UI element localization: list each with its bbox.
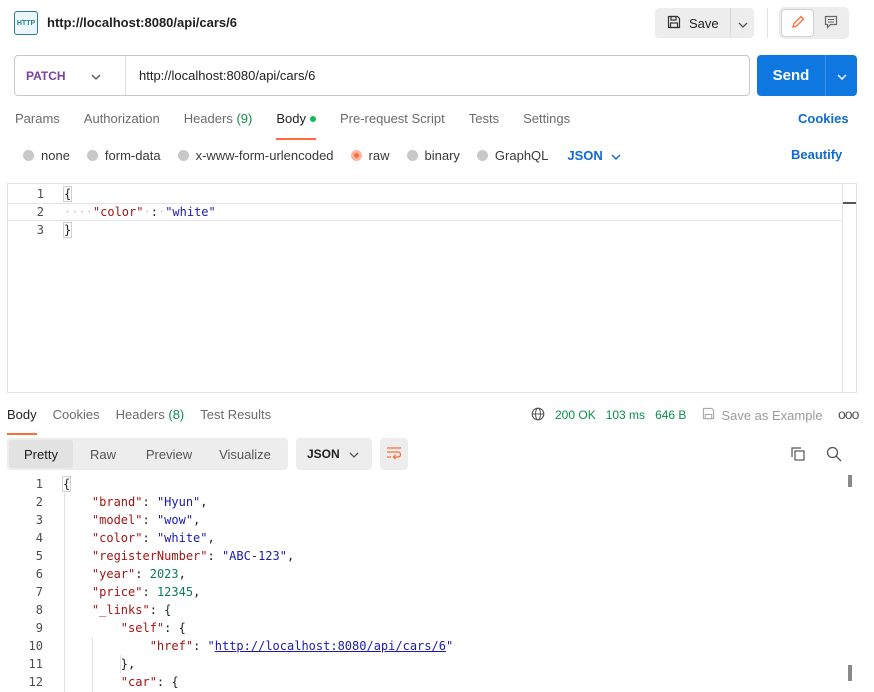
request-tabs: Params Authorization Headers (9) Body Pr… (15, 111, 594, 140)
tab-authorization[interactable]: Authorization (84, 111, 160, 133)
tab-params[interactable]: Params (15, 111, 60, 133)
body-language-select[interactable]: JSON (567, 148, 621, 163)
save-button-group: Save (655, 8, 754, 38)
globe-icon[interactable] (531, 407, 545, 424)
tab-headers[interactable]: Headers (9) (184, 111, 253, 133)
code-line: 10 "href": "http://localhost:8080/api/ca… (28, 639, 454, 653)
tab-test-results[interactable]: Test Results (200, 407, 271, 429)
chevron-down-icon (837, 68, 847, 83)
response-view-toggle: Pretty Raw Preview Visualize (7, 438, 288, 470)
code-line: 6 "year": 2023, (35, 567, 186, 581)
tab-tests[interactable]: Tests (469, 111, 499, 133)
code-line: 5 "registerNumber": "ABC-123", (35, 549, 295, 563)
radio-icon (86, 149, 98, 161)
chevron-down-icon (738, 16, 748, 31)
code-line: 2 "brand": "Hyun", (35, 495, 208, 509)
comment-icon (824, 15, 838, 32)
body-type-none[interactable]: none (23, 148, 70, 163)
method-label: PATCH (26, 68, 66, 83)
body-type-options: none form-data x-www-form-urlencoded raw… (23, 147, 621, 163)
code-line: 4 "color": "white", (35, 531, 215, 545)
code-line: 1{ (35, 476, 72, 492)
save-button[interactable]: Save (655, 8, 730, 38)
editor-mode-toggle (779, 7, 849, 39)
body-modified-dot (309, 115, 316, 122)
tab-response-cookies[interactable]: Cookies (53, 407, 100, 429)
request-body-editor[interactable]: 1 { 2 ····"color"·:·"white" 3 } (7, 183, 857, 393)
tab-response-body[interactable]: Body (7, 407, 37, 435)
save-icon (667, 15, 681, 32)
code-line: 7 "price": 12345, (35, 585, 201, 599)
body-type-raw[interactable]: raw (350, 148, 390, 163)
code-line: 3 "model": "wow", (35, 513, 201, 527)
response-scrollbar[interactable] (847, 475, 854, 692)
response-headers-count: (8) (168, 407, 185, 422)
response-time[interactable]: 103 ms (606, 408, 645, 422)
href-link[interactable]: http://localhost:8080/api/cars/6 (215, 639, 446, 653)
body-type-graphql[interactable]: GraphQL (476, 148, 548, 163)
edit-mode-button[interactable] (781, 9, 814, 37)
tab-response-headers[interactable]: Headers (8) (116, 407, 185, 429)
response-language-select[interactable]: JSON (296, 438, 372, 470)
code-line: 2 ····"color"·:·"white" (8, 203, 843, 221)
response-body-viewer[interactable]: 1{ 2 "brand": "Hyun", 3 "model": "wow", … (7, 475, 857, 692)
view-visualize[interactable]: Visualize (205, 440, 285, 468)
chevron-down-icon (349, 447, 359, 461)
status-code[interactable]: 200 OK (555, 408, 596, 422)
http-request-icon: HTTP (14, 11, 38, 35)
cookies-link[interactable]: Cookies (798, 111, 849, 126)
more-options-icon[interactable]: ooo (838, 406, 859, 422)
code-line: 8 "_links": { (35, 603, 172, 617)
wrap-lines-button[interactable] (380, 438, 408, 470)
pencil-icon (791, 15, 805, 32)
code-line: 9 "self": { (35, 621, 186, 635)
save-label: Save (689, 15, 719, 31)
view-preview[interactable]: Preview (133, 440, 205, 468)
radio-icon (406, 149, 418, 161)
body-type-urlencoded[interactable]: x-www-form-urlencoded (177, 148, 334, 163)
save-as-example-button[interactable]: Save as Example (702, 407, 823, 423)
send-button-group: Send (757, 55, 857, 96)
body-type-binary[interactable]: binary (406, 148, 460, 163)
radio-selected-icon (350, 149, 362, 161)
view-pretty[interactable]: Pretty (9, 440, 73, 468)
chevron-down-icon (611, 148, 621, 163)
request-title: http://localhost:8080/api/cars/6 (47, 15, 238, 30)
save-icon (702, 407, 715, 423)
url-input[interactable]: http://localhost:8080/api/cars/6 (126, 68, 315, 83)
search-icon[interactable] (826, 446, 842, 465)
headers-count: (9) (236, 111, 253, 126)
tab-body[interactable]: Body (276, 111, 316, 140)
editor-scrollbar[interactable] (842, 184, 856, 392)
tab-pre-request-script[interactable]: Pre-request Script (340, 111, 445, 133)
beautify-button[interactable]: Beautify (791, 147, 842, 162)
response-tabs: Body Cookies Headers (8) Test Results (7, 407, 287, 435)
comments-mode-button[interactable] (814, 9, 847, 37)
response-meta: 200 OK 103 ms 646 B Save as Example (531, 406, 823, 424)
radio-icon (23, 149, 34, 161)
method-select[interactable]: PATCH (15, 56, 126, 95)
code-line: 12 "car": { (28, 675, 179, 689)
code-line: 3 } (36, 222, 73, 238)
send-options-button[interactable] (826, 55, 857, 96)
wrap-lines-icon (386, 446, 402, 463)
url-bar: PATCH http://localhost:8080/api/cars/6 (14, 55, 750, 96)
send-button[interactable]: Send (757, 55, 825, 96)
tab-settings[interactable]: Settings (523, 111, 570, 133)
code-line: 1 { (36, 186, 73, 202)
code-line: 11 }, (28, 657, 136, 671)
radio-icon (476, 149, 488, 161)
radio-icon (177, 149, 189, 161)
view-raw[interactable]: Raw (73, 440, 133, 468)
body-type-form-data[interactable]: form-data (86, 148, 161, 163)
copy-icon[interactable] (790, 446, 806, 465)
chevron-down-icon (91, 69, 101, 83)
response-size[interactable]: 646 B (655, 408, 686, 422)
save-options-button[interactable] (731, 8, 754, 38)
